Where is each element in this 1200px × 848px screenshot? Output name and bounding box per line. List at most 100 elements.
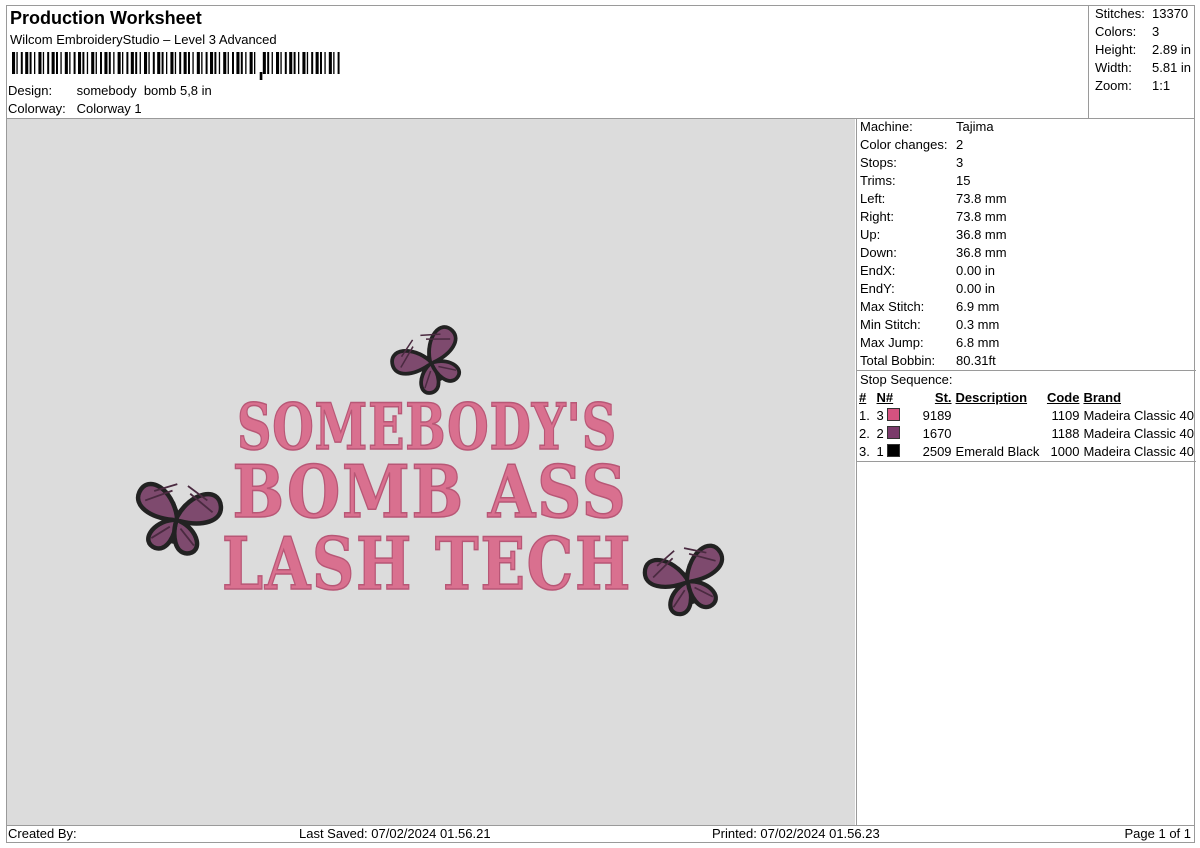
summary-panel: Stitches: 13370 Colors: 3 Height: 2.89 in W… [1088, 5, 1196, 118]
info-value: 0.3 mm [956, 317, 1000, 332]
barcode-bar [293, 52, 296, 74]
summary-label: Zoom: [1095, 78, 1132, 93]
summary-label: Height: [1095, 42, 1137, 57]
footer: Created By: Last Saved: 07/02/2024 01.56… [6, 826, 1195, 843]
info-value: 36.8 mm [956, 245, 1007, 260]
colorway-value: Colorway 1 [76, 101, 142, 116]
barcode-bar [42, 52, 45, 74]
barcode-bar [328, 52, 332, 74]
info-row: Left: 73.8 mm [860, 191, 1007, 206]
barcode-bar [100, 52, 102, 74]
barcode-bar [161, 52, 164, 74]
barcode-bar [320, 52, 322, 74]
barcode-bar [223, 52, 227, 74]
butterfly-right [641, 539, 734, 620]
info-label: Max Stitch: [860, 299, 925, 314]
barcode-bar [302, 52, 306, 74]
barcode-bar [188, 52, 190, 74]
barcode-bar [29, 52, 32, 74]
row-brand: Madeira Classic 40 [1083, 425, 1194, 441]
barcode-bar [60, 52, 62, 74]
barcode-bar [271, 52, 273, 74]
color-swatch [887, 443, 901, 457]
summary-value: 1:1 [1152, 78, 1171, 93]
summary-label: Colors: [1095, 24, 1137, 39]
info-label: Total Bobbin: [860, 353, 936, 368]
col-n: N# [876, 389, 894, 405]
barcode-bar [47, 52, 50, 74]
barcode-bar [170, 52, 174, 74]
page-title: Production Worksheet [10, 8, 202, 28]
design-artwork: SOMEBODY'S BOMB ASS LASH TECH [7, 318, 855, 825]
barcode-bar [166, 52, 168, 74]
colorway-row: Colorway: Colorway 1 [8, 101, 142, 116]
barcode-bar [148, 52, 150, 74]
info-row: Min Stitch: 0.3 mm [860, 317, 999, 332]
info-value: 2 [956, 137, 964, 152]
barcode-bar [306, 52, 309, 74]
row-st: 1670 [922, 425, 952, 441]
barcode-bar [157, 52, 161, 74]
table-row: 2. 2 1670 1188 Madeira Classic 40 [857, 424, 1196, 442]
info-label: Up: [860, 227, 881, 242]
barcode-bar [38, 52, 42, 74]
row-n-cell: 2 [875, 424, 912, 442]
barcode-bar [104, 52, 108, 74]
barcode-bar [135, 52, 138, 74]
barcode-bar [122, 52, 124, 74]
barcode-bar [324, 52, 326, 74]
butterfly-left [130, 478, 224, 558]
info-value: 6.8 mm [956, 335, 1000, 350]
info-value: 36.8 mm [956, 227, 1007, 242]
barcode-bar [95, 52, 97, 74]
row-code: 1109 [1051, 407, 1080, 423]
software-name: Wilcom EmbroideryStudio – Level 3 Advanc… [10, 32, 277, 47]
col-description: Description [955, 389, 1028, 405]
summary-label: Width: [1095, 60, 1132, 75]
barcode-bar [174, 52, 177, 74]
info-label: Min Stitch: [860, 317, 921, 332]
barcode-bar [245, 52, 247, 74]
col-brand: Brand [1083, 389, 1122, 405]
summary-value: 5.81 in [1152, 60, 1192, 75]
stop-sequence-table: # N# St. Description Code Brand 1. 3 918… [857, 388, 1196, 460]
barcode-bar [267, 52, 270, 74]
table-header: # N# St. Description Code Brand [857, 388, 1196, 406]
divider [857, 461, 1196, 462]
barcode-bar [289, 52, 293, 74]
barcode-bar [218, 52, 221, 74]
info-label: EndX: [860, 263, 896, 278]
row-n-cell: 3 [875, 406, 912, 424]
summary-row: Height: 2.89 in [1095, 42, 1191, 57]
row-st: 9189 [922, 407, 952, 423]
barcode-bar [249, 52, 253, 74]
info-label: Max Jump: [860, 335, 924, 350]
barcode-bar [34, 52, 36, 74]
header: Production Worksheet Wilcom EmbroiderySt… [8, 6, 1088, 118]
info-row: Max Jump: 6.8 mm [860, 335, 999, 350]
design-value: somebody bomb 5,8 in [76, 83, 212, 98]
summary-row: Width: 5.81 in [1095, 60, 1191, 75]
table-row: 3. 1 2509 Emerald Black 1000 Madeira Cla… [857, 442, 1196, 460]
info-row: Total Bobbin: 80.31ft [860, 353, 996, 368]
barcode-bar [183, 52, 187, 74]
barcode-bar [73, 52, 76, 74]
barcode-bar [117, 52, 121, 74]
barcode-bar [64, 52, 68, 74]
barcode-bar [25, 52, 29, 74]
barcode-bar [214, 52, 217, 74]
summary-row: Colors: 3 [1095, 24, 1159, 39]
info-label: Trims: [860, 173, 896, 188]
row-description: Emerald Black [955, 443, 1040, 459]
row-num: 1. [859, 407, 870, 423]
info-label: Machine: [860, 119, 913, 134]
row-num: 3. [859, 443, 870, 459]
barcode-bar [16, 52, 18, 74]
barcode-bar [130, 52, 134, 74]
info-value: 3 [956, 155, 964, 170]
barcode [12, 52, 340, 80]
barcode-bar [210, 52, 214, 74]
summary-label: Stitches: [1095, 6, 1145, 21]
info-row: EndX: 0.00 in [860, 263, 995, 278]
barcode-bar [333, 52, 335, 74]
